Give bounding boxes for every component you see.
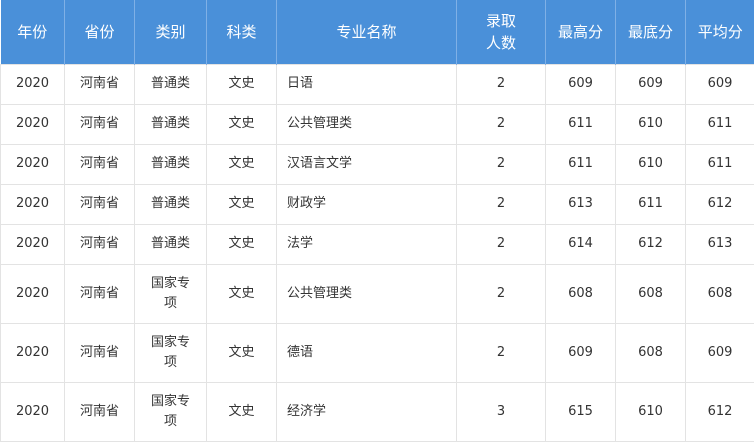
- header-subject-type: 科类: [206, 0, 277, 64]
- header-min-score: 最底分: [615, 0, 686, 64]
- cell-major-name: 经济学: [276, 381, 457, 442]
- cell-admitted-count: 3: [456, 381, 546, 442]
- cell-year: 2020: [0, 103, 65, 145]
- table-header-row: 年份 省份 类别 科类 专业名称 录取人数 最高分 最底分 平均分: [0, 0, 754, 64]
- cell-province: 河南省: [64, 381, 135, 442]
- cell-max-score: 614: [545, 223, 616, 265]
- cell-max-score: 611: [545, 143, 616, 185]
- cell-admitted-count: 2: [456, 103, 546, 145]
- cell-avg-score: 612: [685, 183, 754, 225]
- cell-subject-type: 文史: [206, 103, 277, 145]
- table-row: 2020 河南省 普通类 文史 汉语言文学 2 611 610 611: [0, 143, 754, 185]
- cell-max-score: 611: [545, 103, 616, 145]
- cell-min-score: 608: [615, 322, 686, 383]
- table-row: 2020 河南省 普通类 文史 财政学 2 613 611 612: [0, 183, 754, 225]
- cell-max-score: 609: [545, 322, 616, 383]
- cell-major-name: 财政学: [276, 183, 457, 225]
- cell-avg-score: 609: [685, 63, 754, 105]
- cell-year: 2020: [0, 322, 65, 383]
- header-max-score: 最高分: [545, 0, 616, 64]
- cell-province: 河南省: [64, 263, 135, 324]
- cell-province: 河南省: [64, 183, 135, 225]
- cell-major-name: 法学: [276, 223, 457, 265]
- cell-year: 2020: [0, 223, 65, 265]
- cell-subject-type: 文史: [206, 143, 277, 185]
- cell-min-score: 612: [615, 223, 686, 265]
- header-category: 类别: [134, 0, 207, 64]
- header-year: 年份: [0, 0, 65, 64]
- cell-major-name: 德语: [276, 322, 457, 383]
- cell-subject-type: 文史: [206, 183, 277, 225]
- table-row: 2020 河南省 普通类 文史 公共管理类 2 611 610 611: [0, 103, 754, 145]
- header-major-name: 专业名称: [276, 0, 457, 64]
- cell-subject-type: 文史: [206, 63, 277, 105]
- header-admitted-count: 录取人数: [456, 0, 546, 64]
- table-row: 2020 河南省 国家专项 文史 公共管理类 2 608 608 608: [0, 263, 754, 324]
- cell-admitted-count: 2: [456, 322, 546, 383]
- cell-min-score: 610: [615, 381, 686, 442]
- cell-admitted-count: 2: [456, 63, 546, 105]
- cell-year: 2020: [0, 143, 65, 185]
- cell-avg-score: 612: [685, 381, 754, 442]
- cell-major-name: 公共管理类: [276, 103, 457, 145]
- cell-avg-score: 611: [685, 143, 754, 185]
- header-admitted-count-label: 录取人数: [485, 11, 516, 52]
- cell-subject-type: 文史: [206, 381, 277, 442]
- cell-year: 2020: [0, 183, 65, 225]
- cell-admitted-count: 2: [456, 183, 546, 225]
- cell-province: 河南省: [64, 143, 135, 185]
- cell-category: 国家专项: [134, 322, 207, 383]
- cell-subject-type: 文史: [206, 223, 277, 265]
- cell-province: 河南省: [64, 223, 135, 265]
- cell-category-label: 国家专项: [150, 334, 190, 370]
- header-province: 省份: [64, 0, 135, 64]
- cell-category: 普通类: [134, 183, 207, 225]
- cell-province: 河南省: [64, 63, 135, 105]
- cell-year: 2020: [0, 63, 65, 105]
- cell-major-name: 日语: [276, 63, 457, 105]
- cell-min-score: 611: [615, 183, 686, 225]
- cell-admitted-count: 2: [456, 143, 546, 185]
- cell-avg-score: 611: [685, 103, 754, 145]
- cell-province: 河南省: [64, 322, 135, 383]
- cell-major-name: 公共管理类: [276, 263, 457, 324]
- cell-category-label: 国家专项: [150, 275, 190, 311]
- cell-min-score: 610: [615, 103, 686, 145]
- cell-avg-score: 613: [685, 223, 754, 265]
- cell-category: 普通类: [134, 223, 207, 265]
- table-row: 2020 河南省 国家专项 文史 德语 2 609 608 609: [0, 322, 754, 383]
- cell-avg-score: 608: [685, 263, 754, 324]
- cell-max-score: 608: [545, 263, 616, 324]
- cell-category: 普通类: [134, 103, 207, 145]
- cell-max-score: 613: [545, 183, 616, 225]
- cell-category: 普通类: [134, 143, 207, 185]
- cell-province: 河南省: [64, 103, 135, 145]
- cell-min-score: 608: [615, 263, 686, 324]
- table-row: 2020 河南省 国家专项 文史 经济学 3 615 610 612: [0, 381, 754, 442]
- cell-admitted-count: 2: [456, 263, 546, 324]
- cell-subject-type: 文史: [206, 263, 277, 324]
- cell-year: 2020: [0, 381, 65, 442]
- cell-category: 国家专项: [134, 381, 207, 442]
- cell-subject-type: 文史: [206, 322, 277, 383]
- cell-max-score: 615: [545, 381, 616, 442]
- header-avg-score: 平均分: [685, 0, 754, 64]
- cell-avg-score: 609: [685, 322, 754, 383]
- table-row: 2020 河南省 普通类 文史 法学 2 614 612 613: [0, 223, 754, 265]
- cell-category: 国家专项: [134, 263, 207, 324]
- admission-scores-table: 年份 省份 类别 科类 专业名称 录取人数 最高分 最底分 平均分 2020 河…: [0, 0, 754, 442]
- cell-year: 2020: [0, 263, 65, 324]
- cell-major-name: 汉语言文学: [276, 143, 457, 185]
- cell-max-score: 609: [545, 63, 616, 105]
- cell-min-score: 610: [615, 143, 686, 185]
- table-row: 2020 河南省 普通类 文史 日语 2 609 609 609: [0, 63, 754, 105]
- cell-admitted-count: 2: [456, 223, 546, 265]
- cell-category: 普通类: [134, 63, 207, 105]
- cell-category-label: 国家专项: [150, 393, 190, 429]
- cell-min-score: 609: [615, 63, 686, 105]
